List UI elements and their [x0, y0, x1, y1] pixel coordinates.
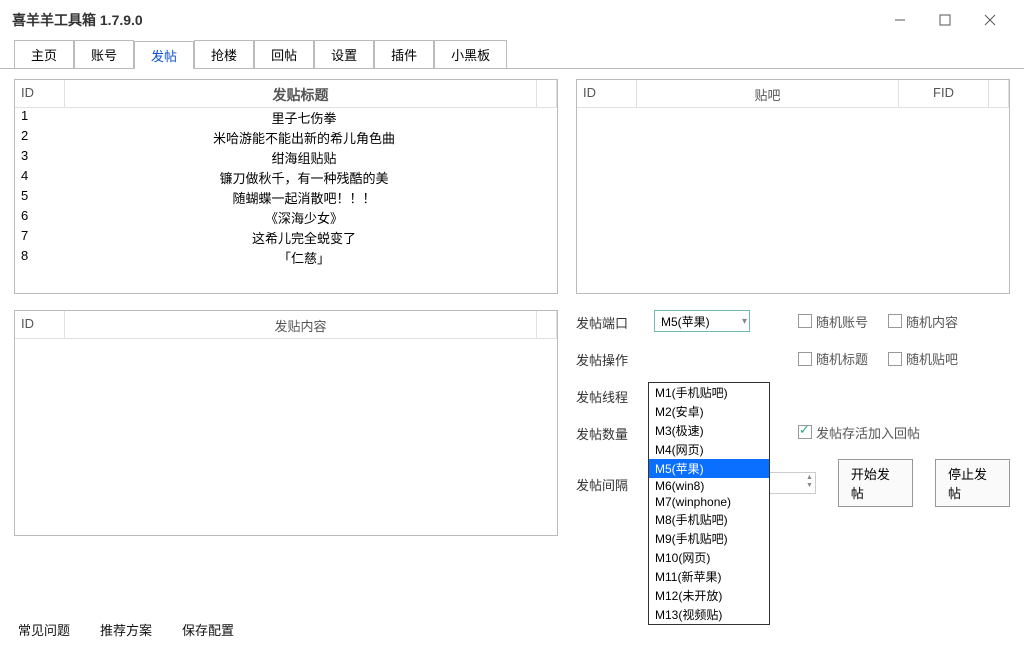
dropdown-option[interactable]: M4(网页)	[649, 440, 769, 459]
table-row: 5随蝴蝶一起消散吧！！！	[15, 188, 557, 208]
post-settings-panel: 发帖端口 M5(苹果) ▾ 随机账号 随机内容 发帖操作 随机标题	[576, 310, 1010, 536]
col-content[interactable]: 发贴内容	[65, 311, 537, 338]
tab-post[interactable]: 发帖	[134, 41, 194, 69]
save-config-link[interactable]: 保存配置	[182, 620, 234, 639]
post-title-list-body[interactable]: 1里子七伤拳 2米哈游能不能出新的希儿角色曲 3绀海组贴贴 4镰刀做秋千，有一种…	[15, 108, 557, 290]
dropdown-option[interactable]: M1(手机贴吧)	[649, 383, 769, 402]
post-title-list: ID 发贴标题 1里子七伤拳 2米哈游能不能出新的希儿角色曲 3绀海组贴贴 4镰…	[14, 79, 558, 294]
tab-account[interactable]: 账号	[74, 40, 134, 68]
count-label: 发帖数量	[576, 422, 646, 443]
dropdown-option[interactable]: M6(win8)	[649, 478, 769, 494]
tab-plugin[interactable]: 插件	[374, 40, 434, 68]
faq-link[interactable]: 常见问题	[18, 620, 70, 639]
tab-settings[interactable]: 设置	[314, 40, 374, 68]
tieba-list: ID 贴吧 FID	[576, 79, 1010, 294]
dropdown-option[interactable]: M8(手机贴吧)	[649, 510, 769, 529]
dropdown-option[interactable]: M5(苹果)	[649, 459, 769, 478]
minimize-button[interactable]	[877, 4, 922, 36]
save-alive-checkbox[interactable]: 发帖存活加入回帖	[798, 423, 920, 442]
table-row: 2米哈游能不能出新的希儿角色曲	[15, 128, 557, 148]
col-id[interactable]: ID	[577, 80, 637, 107]
table-row: 1里子七伤拳	[15, 108, 557, 128]
tab-grab[interactable]: 抢楼	[194, 40, 254, 68]
tab-home[interactable]: 主页	[14, 40, 74, 68]
close-button[interactable]	[967, 4, 1012, 36]
port-select[interactable]: M5(苹果) ▾	[654, 310, 750, 332]
tabs: 主页 账号 发帖 抢楼 回帖 设置 插件 小黑板	[0, 40, 1024, 69]
chevron-down-icon: ▾	[742, 316, 747, 327]
op-label: 发帖操作	[576, 348, 646, 369]
random-title-checkbox[interactable]: 随机标题	[798, 349, 868, 368]
table-row: 6《深海少女》	[15, 208, 557, 228]
dropdown-option[interactable]: M7(winphone)	[649, 494, 769, 510]
col-id[interactable]: ID	[15, 80, 65, 107]
tab-reply[interactable]: 回帖	[254, 40, 314, 68]
col-fid[interactable]: FID	[899, 80, 989, 107]
dropdown-option[interactable]: M3(极速)	[649, 421, 769, 440]
dropdown-option[interactable]: M9(手机贴吧)	[649, 529, 769, 548]
tab-blackboard[interactable]: 小黑板	[434, 40, 507, 68]
dropdown-option[interactable]: M12(未开放)	[649, 586, 769, 605]
random-tieba-checkbox[interactable]: 随机贴吧	[888, 349, 958, 368]
port-label: 发帖端口	[576, 311, 646, 332]
start-button[interactable]: 开始发帖	[838, 459, 913, 507]
random-content-checkbox[interactable]: 随机内容	[888, 312, 958, 331]
col-tieba[interactable]: 贴吧	[637, 80, 899, 107]
dropdown-option[interactable]: M2(安卓)	[649, 402, 769, 421]
thread-label: 发帖线程	[576, 385, 646, 406]
recommend-link[interactable]: 推荐方案	[100, 620, 152, 639]
dropdown-option[interactable]: M11(新苹果)	[649, 567, 769, 586]
post-content-list: ID 发贴内容	[14, 310, 558, 536]
table-row: 8「仁慈」	[15, 248, 557, 268]
footer: 常见问题 推荐方案 保存配置	[18, 620, 234, 639]
window-title: 喜羊羊工具箱 1.7.9.0	[12, 10, 143, 30]
maximize-button[interactable]	[922, 4, 967, 36]
port-dropdown-list[interactable]: M1(手机贴吧) M2(安卓) M3(极速) M4(网页) M5(苹果) M6(…	[648, 382, 770, 625]
interval-label: 发帖间隔	[576, 473, 642, 494]
stop-button[interactable]: 停止发帖	[935, 459, 1010, 507]
table-row: 7这希儿完全蜕变了	[15, 228, 557, 248]
interval-spinner[interactable]: ▲▼	[769, 472, 816, 494]
tieba-list-body[interactable]	[577, 108, 1009, 290]
random-account-checkbox[interactable]: 随机账号	[798, 312, 868, 331]
table-row: 3绀海组贴贴	[15, 148, 557, 168]
dropdown-option[interactable]: M13(视频贴)	[649, 605, 769, 624]
dropdown-option[interactable]: M10(网页)	[649, 548, 769, 567]
titlebar: 喜羊羊工具箱 1.7.9.0	[0, 0, 1024, 40]
col-id[interactable]: ID	[15, 311, 65, 338]
col-title[interactable]: 发贴标题	[65, 80, 537, 107]
table-row: 4镰刀做秋千，有一种残酷的美	[15, 168, 557, 188]
